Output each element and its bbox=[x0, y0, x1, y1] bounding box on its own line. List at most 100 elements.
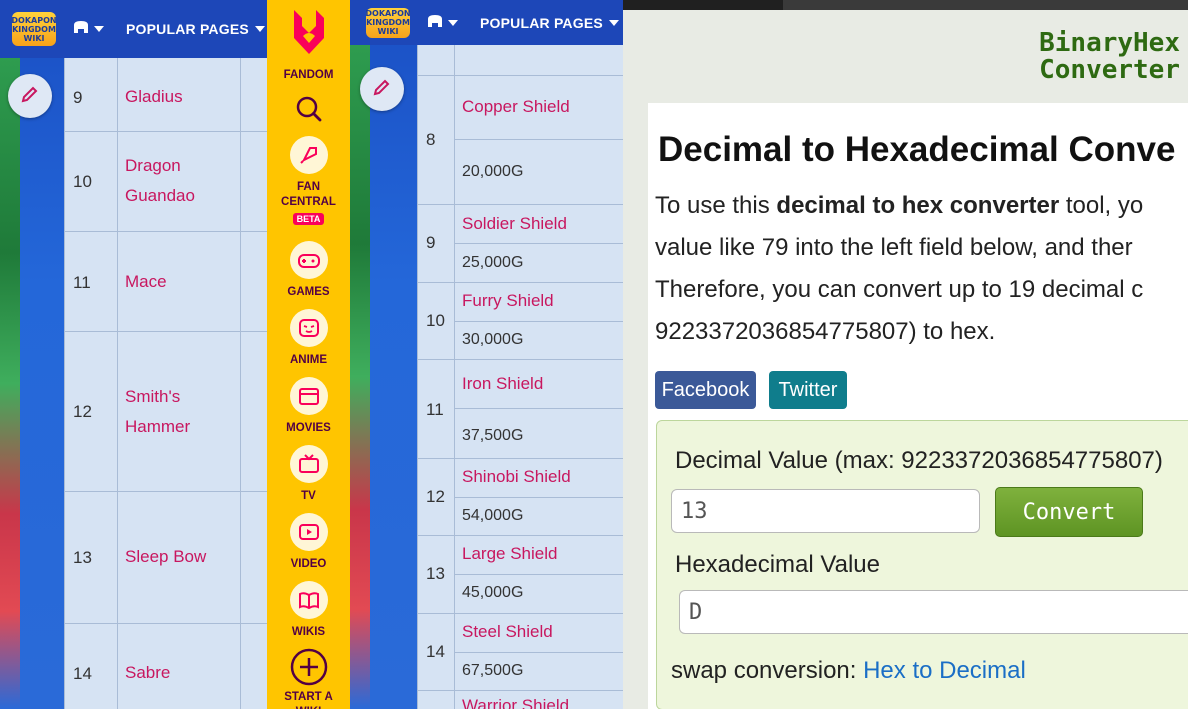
explore-icon bbox=[426, 14, 444, 32]
clapperboard-icon bbox=[289, 377, 328, 415]
description-line: value like 79 into the left field below,… bbox=[655, 234, 1133, 261]
wiki-panel-right: DOKAPON KINGDOM WIKI POPULAR PAGES 8 Cop… bbox=[350, 0, 623, 709]
rail-item-fan-central[interactable]: FAN CENTRAL BETA bbox=[267, 136, 350, 225]
item-link[interactable]: Furry Shield bbox=[462, 286, 554, 316]
rail-item-wikis[interactable]: WIKIS bbox=[267, 581, 350, 640]
table-row: 13 Sleep Bow bbox=[65, 492, 267, 624]
swap-conversion: swap conversion: Hex to Decimal bbox=[671, 657, 1026, 685]
item-price: 45,000G bbox=[462, 584, 524, 601]
search-icon bbox=[295, 95, 323, 127]
item-price: 54,000G bbox=[462, 507, 524, 524]
rail-item-movies[interactable]: MOVIES bbox=[267, 377, 350, 436]
description-text: To use this bbox=[655, 192, 777, 219]
anime-face-icon bbox=[289, 309, 328, 347]
row-number: 9 bbox=[73, 88, 83, 107]
table-row: 10 Dragon Guandao bbox=[65, 132, 267, 232]
table-row: 14 Sabre bbox=[65, 624, 267, 709]
description-line: To use this decimal to hex converter too… bbox=[655, 192, 1143, 220]
browser-tab-strip bbox=[623, 0, 1188, 10]
row-number: 12 bbox=[426, 487, 445, 506]
brand-line-1: BinaryHex bbox=[1039, 28, 1180, 58]
item-price: 30,000G bbox=[462, 331, 524, 348]
item-link[interactable]: Sleep Bow bbox=[125, 542, 206, 572]
item-link[interactable]: Shinobi Shield bbox=[462, 462, 571, 492]
rail-item-label: ANIME bbox=[289, 354, 328, 366]
item-link[interactable]: Large Shield bbox=[462, 539, 557, 569]
item-link[interactable]: Mace bbox=[125, 267, 167, 297]
rail-item-games[interactable]: GAMES bbox=[267, 241, 350, 300]
rail-item-anime[interactable]: ANIME bbox=[267, 309, 350, 368]
decimal-value-label: Decimal Value (max: 9223372036854775807) bbox=[675, 447, 1163, 474]
wiki-logo[interactable]: DOKAPON KINGDOM WIKI bbox=[11, 12, 57, 46]
table-row: 11 Iron Shield 37,500G bbox=[418, 360, 623, 459]
hex-output[interactable]: D bbox=[679, 590, 1188, 634]
table-row: 11 Mace bbox=[65, 232, 267, 332]
row-number: 9 bbox=[426, 233, 436, 252]
edit-button[interactable] bbox=[8, 74, 52, 118]
shield-table: 8 Copper Shield 20,000G 9 Soldier Shield… bbox=[417, 45, 623, 709]
rail-item-label: TV bbox=[301, 490, 316, 502]
item-link[interactable]: Gladius bbox=[125, 82, 183, 112]
rail-item-label: START A WIKI bbox=[284, 691, 333, 709]
table-row: Warrior Shield bbox=[418, 691, 623, 709]
item-price: 20,000G bbox=[462, 163, 524, 180]
fandom-rail: FANDOM FAN CENTRAL BETA GAMES ANIME MOVI… bbox=[267, 0, 350, 709]
item-link[interactable]: Soldier Shield bbox=[462, 209, 567, 239]
wiki-explore-menu[interactable] bbox=[72, 20, 104, 38]
row-number: 13 bbox=[73, 548, 92, 567]
chevron-down-icon bbox=[448, 19, 458, 26]
rocket-icon bbox=[289, 136, 328, 174]
item-link[interactable]: Smith's Hammer bbox=[125, 382, 205, 442]
hex-to-decimal-link[interactable]: Hex to Decimal bbox=[863, 657, 1026, 684]
explore-icon bbox=[72, 20, 90, 38]
rail-item-video[interactable]: VIDEO bbox=[267, 513, 350, 572]
book-icon bbox=[289, 581, 328, 619]
row-number: 11 bbox=[73, 273, 91, 292]
rail-item-label: GAMES bbox=[287, 286, 330, 298]
twitter-button[interactable]: Twitter bbox=[769, 371, 847, 409]
facebook-button[interactable]: Facebook bbox=[655, 371, 756, 409]
hex-value-label: Hexadecimal Value bbox=[675, 551, 880, 578]
item-link[interactable]: Warrior Shield bbox=[462, 691, 569, 709]
rail-item-tv[interactable]: TV bbox=[267, 445, 350, 504]
rail-item-label: MOVIES bbox=[286, 422, 331, 434]
item-link[interactable]: Sabre bbox=[125, 658, 170, 688]
rail-item-start-a-wiki[interactable]: START A WIKI bbox=[267, 648, 350, 709]
wiki-panel-left: DOKAPON KINGDOM WIKI POPULAR PAGES 9 Gla… bbox=[0, 0, 267, 709]
row-number: 14 bbox=[426, 642, 445, 661]
play-icon bbox=[289, 513, 328, 551]
wiki-logo-text: DOKAPON KINGDOM WIKI bbox=[365, 9, 411, 36]
brand-line-2: Converter bbox=[1039, 55, 1180, 85]
wiki-top-bar: DOKAPON KINGDOM WIKI POPULAR PAGES bbox=[0, 0, 267, 58]
table-row: 9 Gladius bbox=[65, 58, 267, 132]
search-button[interactable] bbox=[267, 95, 350, 127]
popular-pages-menu[interactable]: POPULAR PAGES bbox=[480, 15, 619, 31]
fandom-brand-label: FANDOM bbox=[283, 69, 334, 81]
convert-button[interactable]: Convert bbox=[995, 487, 1143, 537]
site-brand[interactable]: BinaryHex Converter bbox=[1039, 30, 1180, 84]
decimal-input[interactable]: 13 bbox=[671, 489, 980, 533]
row-number: 14 bbox=[73, 664, 92, 683]
popular-pages-label: POPULAR PAGES bbox=[126, 21, 249, 37]
swap-prefix: swap conversion: bbox=[671, 657, 864, 684]
fandom-heart-icon bbox=[288, 6, 330, 64]
wiki-explore-menu[interactable] bbox=[426, 14, 458, 32]
wiki-logo-text: DOKAPON KINGDOM WIKI bbox=[11, 15, 57, 43]
fandom-logo[interactable]: FANDOM bbox=[267, 6, 350, 83]
wiki-logo[interactable]: DOKAPON KINGDOM WIKI bbox=[365, 7, 411, 38]
table-row: 9 Soldier Shield 25,000G bbox=[418, 205, 623, 283]
item-price: 25,000G bbox=[462, 254, 524, 271]
edit-button[interactable] bbox=[360, 67, 404, 111]
pencil-icon bbox=[372, 77, 392, 101]
item-link[interactable]: Dragon Guandao bbox=[125, 151, 225, 211]
item-link[interactable]: Copper Shield bbox=[462, 92, 570, 122]
tv-icon bbox=[289, 445, 328, 483]
popular-pages-label: POPULAR PAGES bbox=[480, 14, 603, 31]
rail-item-label: FAN CENTRAL bbox=[281, 181, 336, 208]
item-link[interactable]: Iron Shield bbox=[462, 369, 543, 399]
item-link[interactable]: Steel Shield bbox=[462, 617, 553, 647]
table-row: 13 Large Shield 45,000G bbox=[418, 536, 623, 614]
description-line: 9223372036854775807) to hex. bbox=[655, 318, 996, 345]
popular-pages-menu[interactable]: POPULAR PAGES bbox=[126, 21, 265, 37]
item-price: 37,500G bbox=[462, 427, 524, 444]
